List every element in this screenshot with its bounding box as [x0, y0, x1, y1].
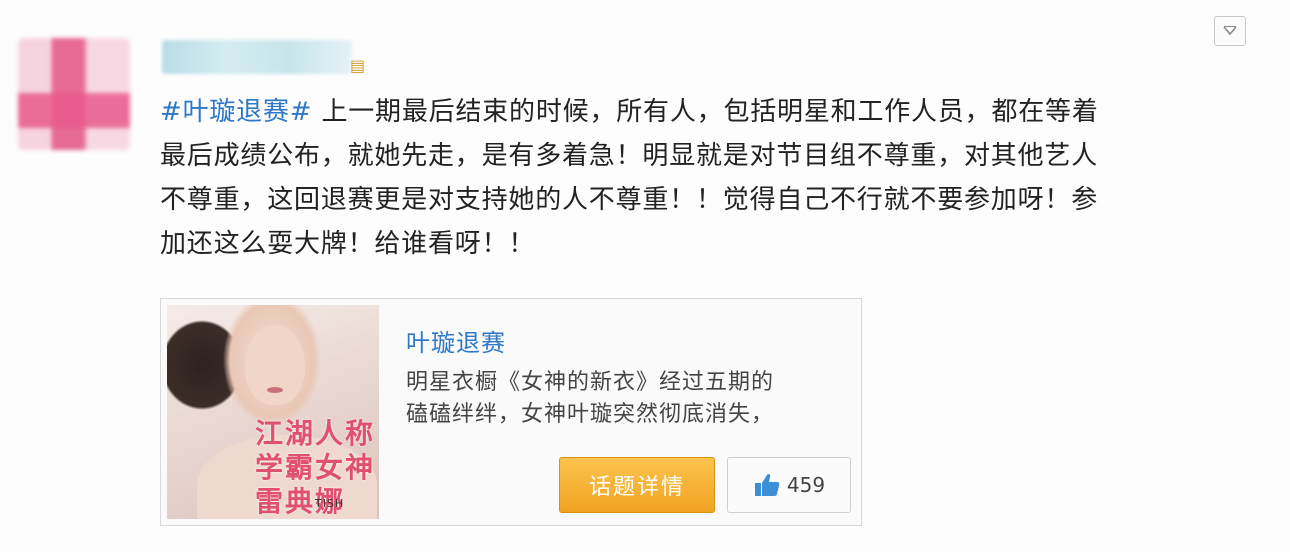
like-button[interactable]: 459 [727, 457, 851, 513]
post-text: #叶璇退赛# 上一期最后结束的时候，所有人，包括明星和工作人员，都在等着 最后成… [160, 90, 1250, 266]
username-blurred[interactable] [162, 40, 352, 74]
topic-link[interactable]: #叶璇退赛# [160, 97, 312, 127]
topic-share-card[interactable]: 江湖人称 学霸女神 雷典娜 TISH 叶璇退赛 明星衣橱《女神的新衣》经过五期的… [160, 298, 862, 526]
like-count: 459 [786, 473, 826, 497]
topic-detail-button[interactable]: 话题详情 [559, 457, 715, 513]
thumbs-up-icon [753, 472, 781, 498]
thumbnail-brand: TISH [315, 497, 345, 510]
topic-description: 明星衣橱《女神的新衣》经过五期的 磕磕绊绊，女神叶璇突然彻底消失， [406, 367, 846, 431]
weibo-post-card: ▤ #叶璇退赛# 上一期最后结束的时候，所有人，包括明星和工作人员，都在等着 最… [0, 0, 1290, 552]
thumbnail-caption-line: 江湖人称 [255, 417, 376, 450]
post-line-text: 上一期最后结束的时候，所有人，包括明星和工作人员，都在等着 [312, 97, 1099, 127]
topic-thumbnail[interactable]: 江湖人称 学霸女神 雷典娜 TISH [167, 305, 379, 519]
post-line-text: 不尊重，这回退赛更是对支持她的人不尊重！！觉得自己不行就不要参加呀！参 [160, 185, 1099, 215]
avatar[interactable] [18, 38, 130, 150]
post-line-text: 最后成绩公布，就她先走，是有多着急！明显就是对节目组不尊重，对其他艺人 [160, 141, 1099, 171]
description-line: 磕磕绊绊，女神叶璇突然彻底消失， [406, 402, 775, 427]
post-line: #叶璇退赛# 上一期最后结束的时候，所有人，包括明星和工作人员，都在等着 [160, 90, 1250, 134]
post-line: 加还这么耍大牌！给谁看呀！！ [160, 222, 1250, 266]
thumbnail-caption-line: 学霸女神 [255, 451, 376, 484]
topic-title[interactable]: 叶璇退赛 [406, 323, 506, 358]
post-line: 不尊重，这回退赛更是对支持她的人不尊重！！觉得自己不行就不要参加呀！参 [160, 178, 1250, 222]
post-line: 最后成绩公布，就她先走，是有多着急！明显就是对节目组不尊重，对其他艺人 [160, 134, 1250, 178]
member-badge-icon: ▤ [350, 56, 366, 75]
description-line: 明星衣橱《女神的新衣》经过五期的 [406, 370, 775, 395]
post-line-text: 加还这么耍大牌！给谁看呀！！ [160, 229, 536, 259]
chevron-down-icon[interactable] [1214, 16, 1246, 46]
